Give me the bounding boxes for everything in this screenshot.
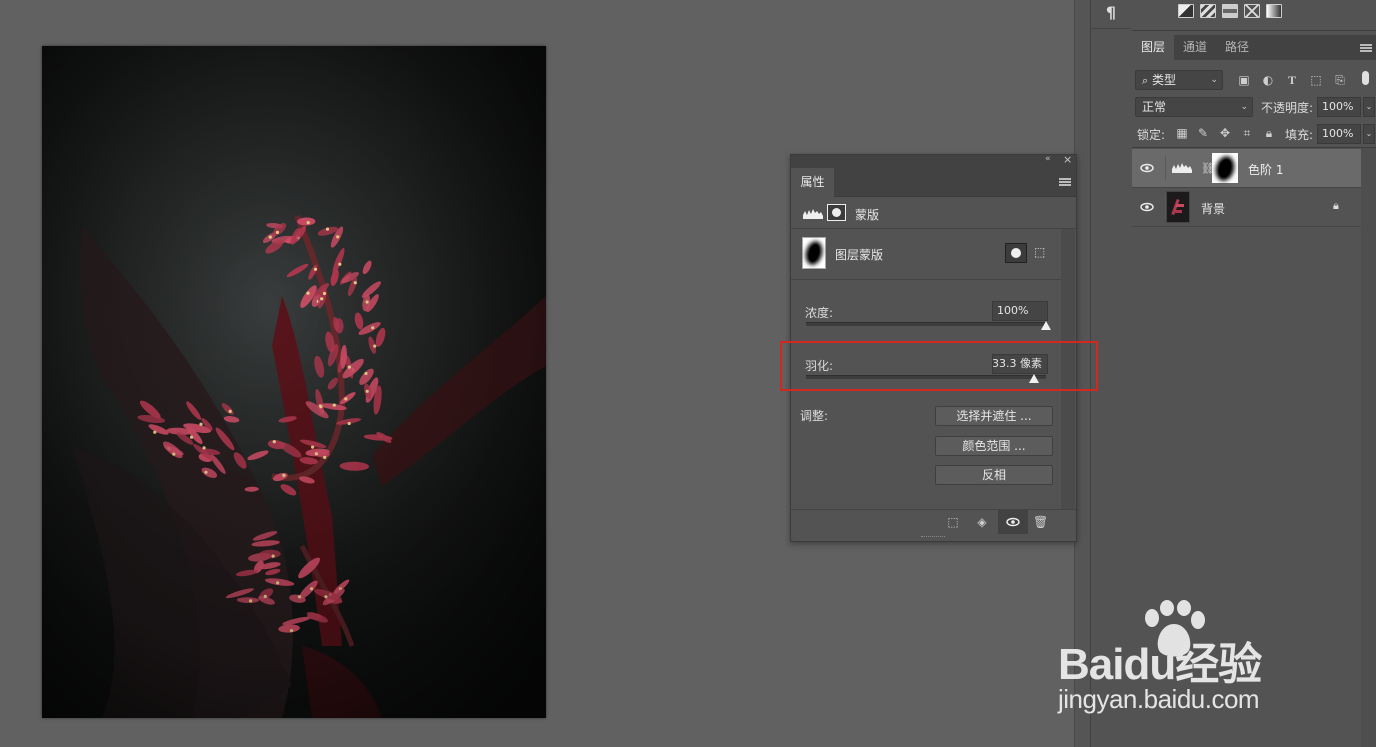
pixel-filter-icon[interactable]: ▣ [1237,73,1251,87]
opacity-input[interactable]: 100% [1317,97,1361,117]
adjust-label: 调整: [800,409,829,423]
tab-properties[interactable]: 属性 [791,168,834,197]
lock-all-icon[interactable]: 🔒︎ [1262,126,1276,140]
filter-label: 类型 [1152,73,1177,87]
layer-mask-thumbnail[interactable] [1212,153,1238,183]
blend-mode-value: 正常 [1142,100,1167,114]
shape-filter-icon[interactable]: ⬚ [1309,73,1323,87]
mask-type-label: 图层蒙版 [835,248,884,262]
layer-filter-dropdown[interactable]: ⌕ 类型 ⌄ [1135,70,1223,90]
opacity-label: 不透明度: [1261,101,1314,115]
curves-icon[interactable] [1222,4,1238,18]
adjustments-icon-row [1178,4,1282,20]
levels-gradient-icon[interactable] [1266,4,1282,18]
document-canvas[interactable] [42,46,546,718]
mask-icon[interactable] [827,204,846,221]
resize-grip[interactable] [921,536,945,539]
lock-icon: 🔒︎ [1333,199,1339,212]
density-slider-track[interactable] [806,322,1046,326]
fill-input[interactable]: 100% [1317,124,1361,144]
panel-title-strip: « × [791,153,1076,168]
layer-thumbnail[interactable] [1166,191,1190,223]
mask-thumbnail [802,237,826,269]
layers-tab-bar: 图层 通道 路径 [1132,35,1376,60]
opacity-chevron-icon[interactable]: ⌄ [1363,97,1375,117]
trash-icon[interactable]: 🗑︎ [1033,515,1048,529]
layers-list-divider [1132,147,1376,148]
flower-photo [42,46,546,718]
eye-divider [1165,156,1166,180]
chevron-down-icon: ⌄ [1210,75,1218,85]
load-selection-icon[interactable]: ⬚ [946,515,960,529]
gradient-map-icon[interactable] [1178,4,1194,18]
lock-position-icon[interactable]: ✥ [1218,126,1232,140]
filter-toggle-switch[interactable] [1362,71,1369,85]
adjustment-filter-icon[interactable]: ◐ [1261,73,1275,87]
section-divider [791,279,1061,280]
dock-divider [1091,28,1131,29]
invert-button[interactable]: 反相 [935,465,1053,485]
layers-scrollbar[interactable] [1361,148,1376,747]
eye-icon [1006,517,1020,527]
levels-adjustment-icon[interactable] [803,207,823,219]
tab-channels[interactable]: 通道 [1174,35,1216,60]
annotation-highlight [780,341,1098,391]
apply-mask-icon[interactable]: ◈ [975,515,989,529]
density-label: 浓度: [805,306,834,320]
type-filter-icon[interactable]: T [1285,73,1299,87]
density-slider-handle[interactable] [1041,321,1051,330]
lock-transparent-icon[interactable]: ▦ [1175,126,1189,140]
section-divider [791,228,1076,229]
layer-name[interactable]: 色阶 1 [1248,161,1283,178]
blend-mode-dropdown[interactable]: 正常 ⌄ [1135,97,1253,117]
watermark-site: jingyan.baidu.com [1058,684,1260,714]
lock-artboard-icon[interactable]: ⌗ [1240,126,1254,140]
hue-icon[interactable] [1244,4,1260,18]
toggle-visibility-button[interactable] [998,510,1028,534]
section-title: 蒙版 [855,208,880,222]
chevron-down-icon: ⌄ [1240,102,1248,112]
properties-menu-icon[interactable] [1059,178,1071,186]
pixel-mask-button[interactable] [1005,243,1027,263]
paragraph-panel-button[interactable]: ¶ [1098,2,1124,24]
vector-mask-icon[interactable]: ⬚ [1034,245,1048,259]
layer-row-levels[interactable]: ⛓ 色阶 1 [1132,149,1361,188]
search-icon: ⌕ [1142,74,1149,87]
eye-icon[interactable] [1140,161,1154,175]
fill-label: 填充: [1285,128,1314,142]
properties-bottom-toolbar: ⬚ ◈ 🗑︎ [791,509,1076,536]
collapse-icon[interactable]: « [1045,154,1051,164]
layer-row-background[interactable]: 背景 🔒︎ [1132,188,1361,227]
panel-separator [1132,30,1376,31]
tab-layers[interactable]: 图层 [1132,35,1174,60]
eye-icon[interactable] [1140,200,1154,214]
lock-paint-icon[interactable]: ✎ [1196,126,1210,140]
levels-adjustment-icon [1172,163,1192,173]
layer-name[interactable]: 背景 [1201,200,1225,217]
tab-paths[interactable]: 路径 [1216,35,1258,60]
watermark-brand: Baidu经验 [1058,640,1262,689]
close-icon[interactable]: × [1063,153,1072,166]
layers-panel-menu-icon[interactable] [1360,44,1372,52]
brightness-icon[interactable] [1200,4,1216,18]
lock-label: 锁定: [1137,128,1166,142]
select-and-mask-button[interactable]: 选择并遮住 ... [935,406,1053,426]
fill-chevron-icon[interactable]: ⌄ [1363,124,1375,144]
color-range-button[interactable]: 颜色范围 ... [935,436,1053,456]
smart-object-filter-icon[interactable]: ⎘ [1333,73,1347,87]
baidu-watermark: Baidu经验 jingyan.baidu.com [1058,600,1328,720]
density-input[interactable]: 100% [992,301,1048,321]
